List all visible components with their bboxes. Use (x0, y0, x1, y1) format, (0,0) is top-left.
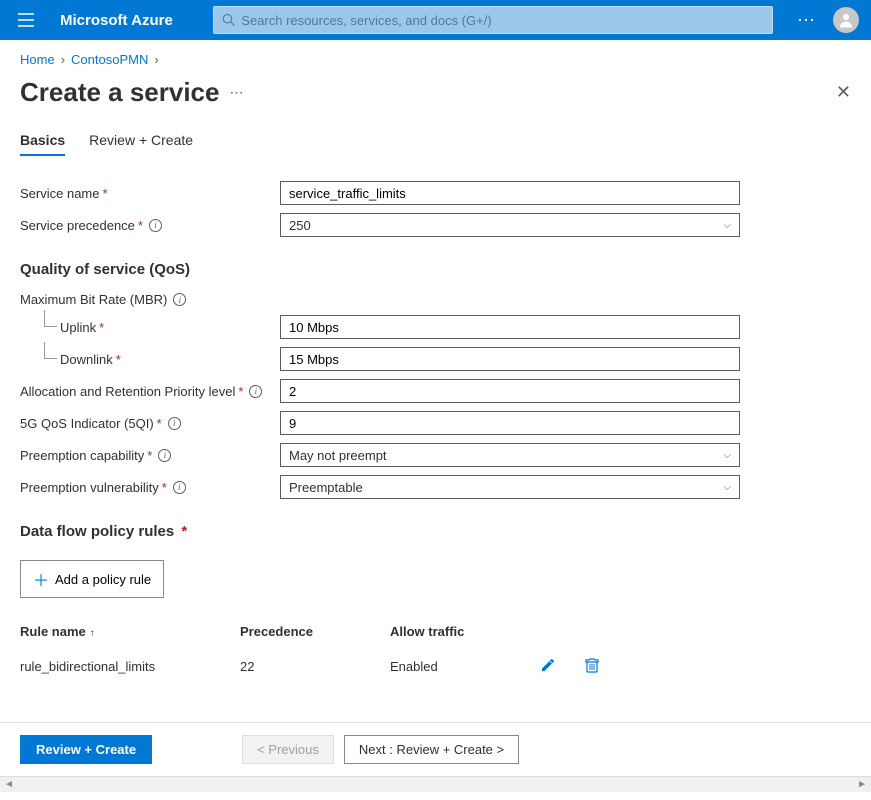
rules-table: Rule name↑ Precedence Allow traffic rule… (20, 624, 851, 686)
service-name-input[interactable] (280, 181, 740, 205)
tab-review-create[interactable]: Review + Create (89, 132, 193, 156)
service-precedence-select[interactable]: 250 ⌵ (280, 213, 740, 237)
col-precedence[interactable]: Precedence (240, 624, 390, 639)
delete-icon[interactable] (584, 657, 600, 676)
col-allow-traffic[interactable]: Allow traffic (390, 624, 530, 639)
plus-icon: ＋ (33, 567, 49, 591)
chevron-down-icon: ⌵ (723, 450, 731, 461)
horizontal-scrollbar[interactable]: ◄ ► (0, 776, 871, 792)
label-downlink: Downlink* (20, 352, 280, 367)
breadcrumb: Home › ContosoPMN › (20, 52, 851, 67)
previous-button: < Previous (242, 735, 334, 764)
preempt-vulnerability-select[interactable]: Preemptable ⌵ (280, 475, 740, 499)
edit-icon[interactable] (540, 657, 556, 676)
tabs: Basics Review + Create (20, 132, 851, 157)
search-icon (222, 13, 236, 27)
qos-heading: Quality of service (QoS) (20, 261, 851, 278)
info-icon[interactable]: i (158, 449, 171, 462)
table-row: rule_bidirectional_limits 22 Enabled (20, 647, 851, 686)
brand-label: Microsoft Azure (60, 12, 173, 29)
arp-input[interactable] (280, 379, 740, 403)
review-create-button[interactable]: Review + Create (20, 735, 152, 764)
page-header: Create a service ⋯ ✕ (20, 77, 851, 108)
chevron-right-icon: › (154, 52, 158, 67)
label-arp: Allocation and Retention Priority level*… (20, 384, 280, 399)
page-title: Create a service (20, 77, 219, 108)
fiveqi-input[interactable] (280, 411, 740, 435)
tab-basics[interactable]: Basics (20, 132, 65, 156)
hamburger-menu-icon[interactable] (12, 13, 40, 27)
wizard-footer: Review + Create < Previous Next : Review… (0, 722, 871, 776)
breadcrumb-item[interactable]: ContosoPMN (71, 52, 148, 67)
rule-name-cell: rule_bidirectional_limits (20, 659, 240, 674)
person-icon (837, 11, 855, 29)
label-mbr: Maximum Bit Rate (MBR) i (20, 292, 851, 307)
add-policy-rule-button[interactable]: ＋ Add a policy rule (20, 560, 164, 598)
info-icon[interactable]: i (149, 219, 162, 232)
info-icon[interactable]: i (173, 481, 186, 494)
chevron-down-icon: ⌵ (723, 220, 731, 231)
user-avatar[interactable] (833, 7, 859, 33)
info-icon[interactable]: i (168, 417, 181, 430)
label-service-name: Service name* (20, 186, 280, 201)
label-uplink: Uplink* (20, 320, 280, 335)
close-icon[interactable]: ✕ (836, 82, 851, 103)
rule-prec-cell: 22 (240, 659, 390, 674)
col-rule-name[interactable]: Rule name↑ (20, 624, 240, 639)
label-preempt-vulnerability: Preemption vulnerability* i (20, 480, 280, 495)
label-preempt-capability: Preemption capability* i (20, 448, 280, 463)
search-input[interactable] (241, 13, 764, 28)
chevron-down-icon: ⌵ (723, 482, 731, 493)
label-5qi: 5G QoS Indicator (5QI)* i (20, 416, 280, 431)
more-icon[interactable]: ⋯ (797, 10, 817, 31)
rules-heading: Data flow policy rules * (20, 523, 851, 540)
breadcrumb-home[interactable]: Home (20, 52, 55, 67)
scroll-left-icon[interactable]: ◄ (2, 779, 16, 790)
next-button[interactable]: Next : Review + Create > (344, 735, 519, 764)
global-search[interactable] (213, 6, 773, 34)
uplink-input[interactable] (280, 315, 740, 339)
top-bar: Microsoft Azure ⋯ (0, 0, 871, 40)
info-icon[interactable]: i (173, 293, 186, 306)
label-service-precedence: Service precedence* i (20, 218, 280, 233)
rule-allow-cell: Enabled (390, 659, 530, 674)
page-more-icon[interactable]: ⋯ (229, 84, 245, 101)
chevron-right-icon: › (61, 52, 65, 67)
downlink-input[interactable] (280, 347, 740, 371)
info-icon[interactable]: i (249, 385, 262, 398)
scroll-right-icon[interactable]: ► (855, 779, 869, 790)
preempt-capability-select[interactable]: May not preempt ⌵ (280, 443, 740, 467)
sort-up-icon: ↑ (90, 628, 95, 639)
